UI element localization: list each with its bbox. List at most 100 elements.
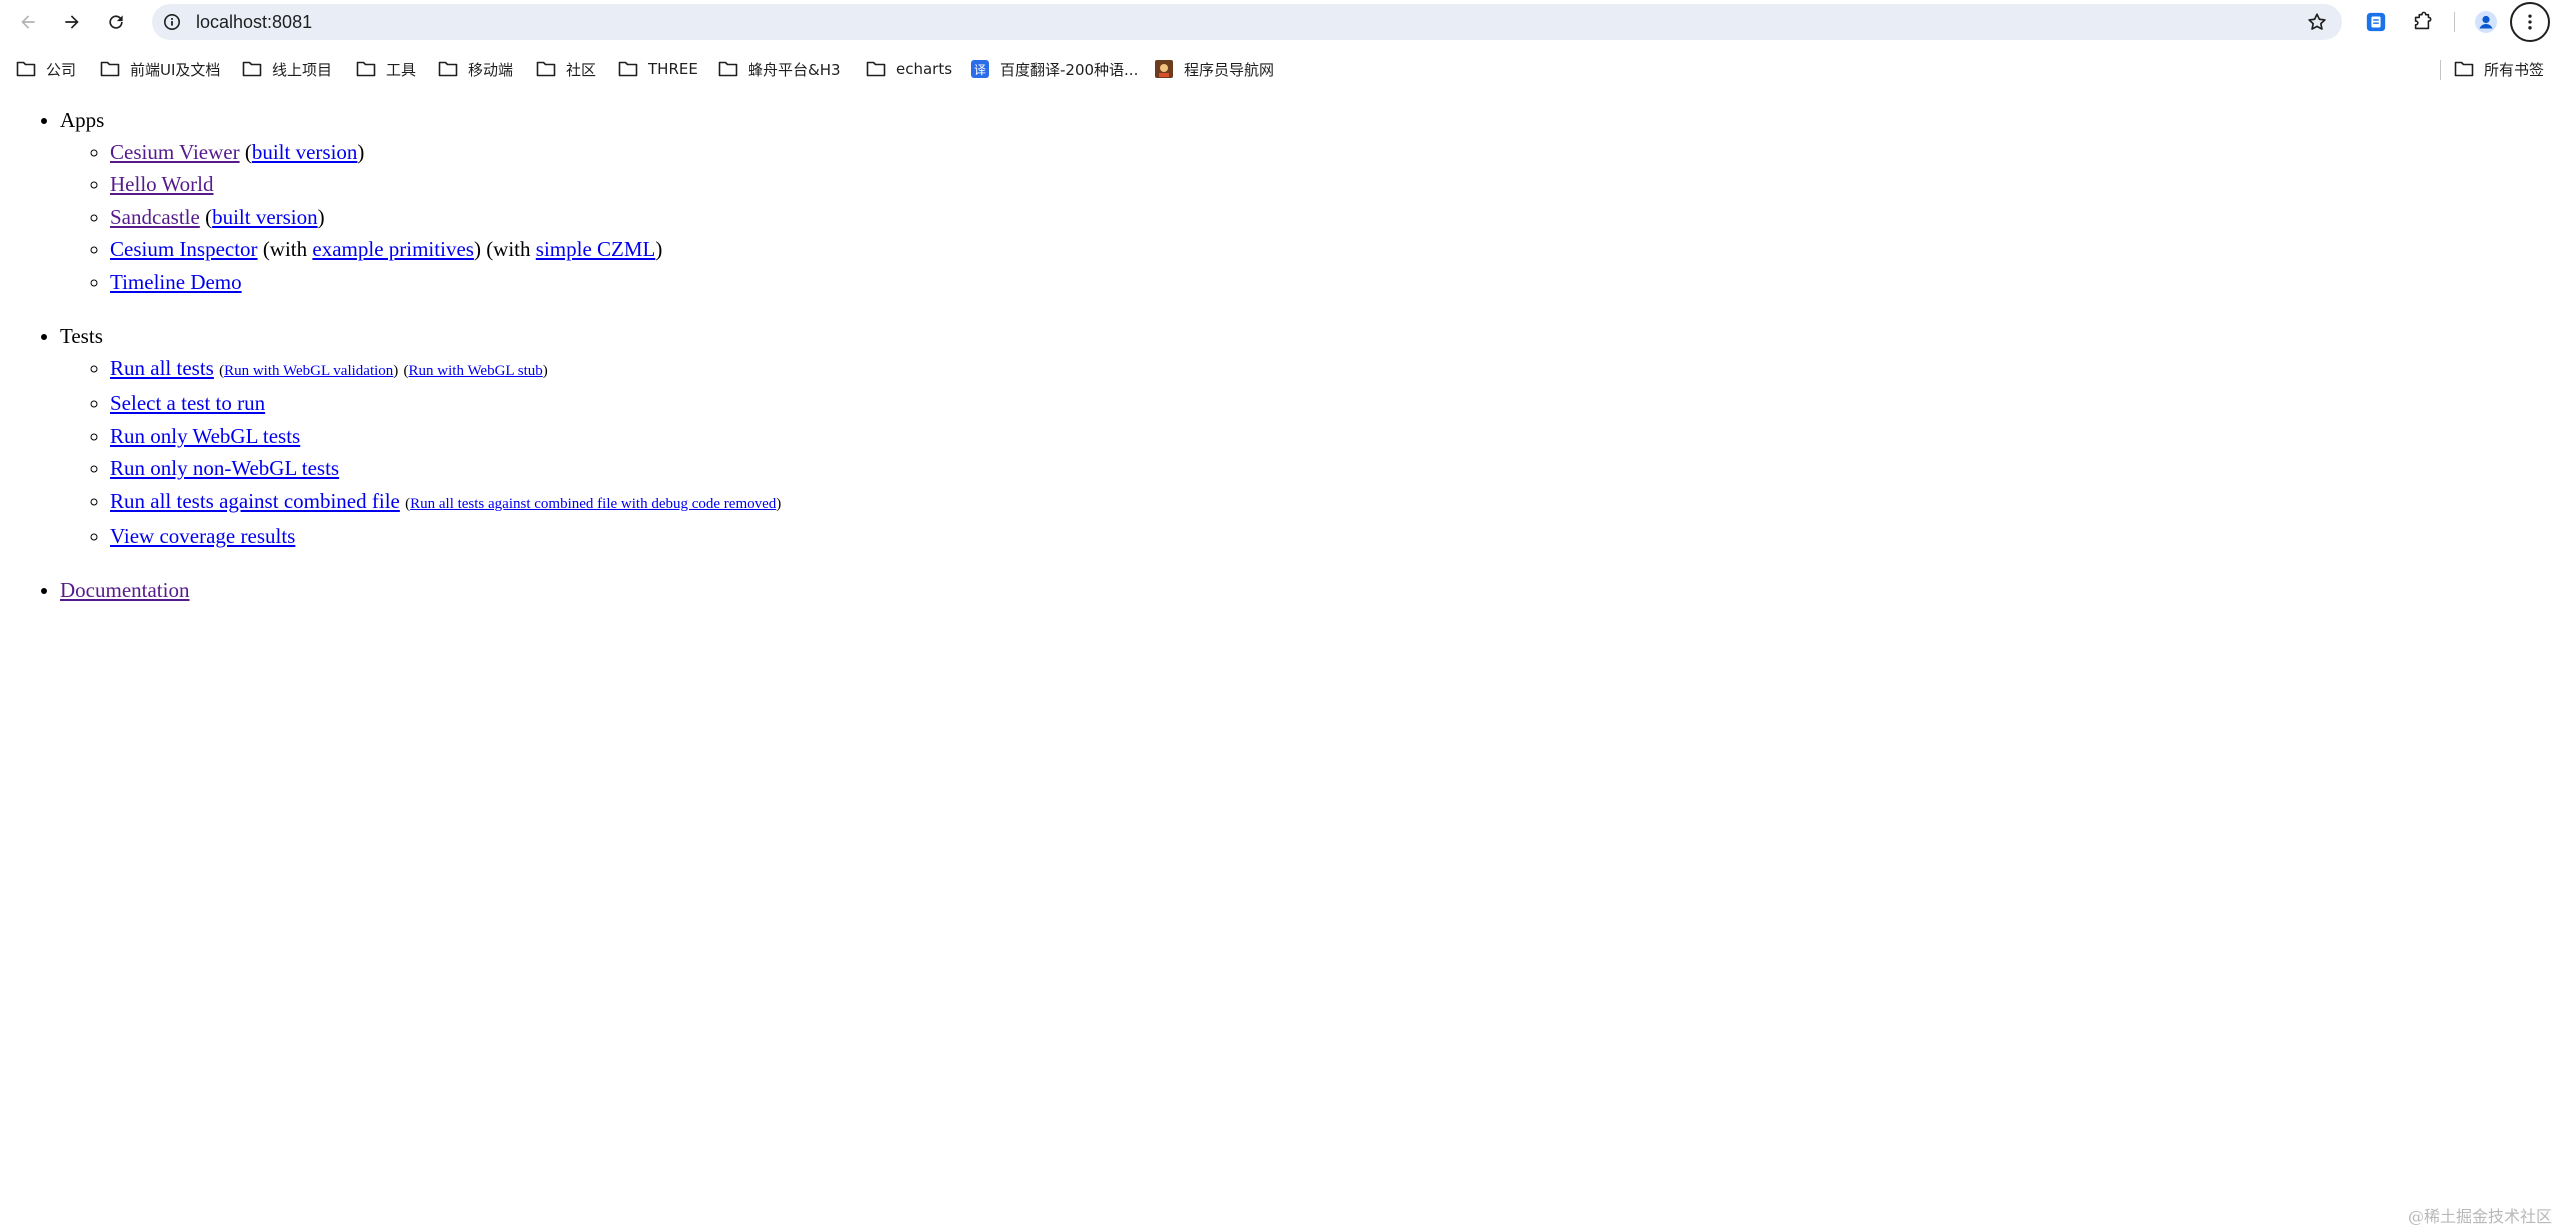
url-text[interactable]: localhost:8081 [196,13,312,31]
apps-section: Apps Cesium Viewer (built version) Hello… [60,104,2560,298]
bookmark-label: echarts [896,60,953,78]
top-level-list: Apps Cesium Viewer (built version) Hello… [0,104,2560,606]
bookmark-folder-公司[interactable]: 公司 [16,57,76,81]
tests-section: Tests Run all tests (Run with WebGL vali… [60,320,2560,552]
reload-button[interactable] [100,6,132,38]
bookmark-baidu-translate[interactable]: 译 百度翻译-200种语... [970,57,1138,81]
browser-toolbar: localhost:8081 [0,0,2560,44]
tests-heading: Tests [60,324,103,349]
kebab-menu-icon [2528,14,2532,30]
star-icon [2308,13,2326,30]
documentation-link[interactable]: Documentation [60,578,189,602]
folder-icon [536,60,556,78]
run-non-webgl-tests-link[interactable]: Run only non-WebGL tests [110,456,339,480]
site-favicon [1154,60,1174,78]
example-primitives-link[interactable]: example primitives [312,237,474,261]
with-text: (with [486,237,531,262]
folder-icon [438,60,458,78]
back-button[interactable] [12,6,44,38]
documentation-section: Documentation [60,574,2560,606]
all-bookmarks-folder[interactable]: 所有书签 [2454,57,2544,81]
run-webgl-tests-link[interactable]: Run only WebGL tests [110,424,300,448]
forward-button[interactable] [56,6,88,38]
bookmark-folder-社区[interactable]: 社区 [536,57,596,81]
run-combined-debug-removed-link[interactable]: Run all tests against combined file with… [410,496,776,512]
bookmarks-bar: 公司 前端UI及文档 线上项目 工具 移动端 社区 THREE 蜂舟平台&H3 … [0,52,2560,86]
bookmark-label: 线上项目 [272,60,333,79]
run-all-tests-link[interactable]: Run all tests [110,356,214,380]
list-item: Timeline Demo [110,266,2560,298]
bookmark-label: 移动端 [468,60,514,79]
run-combined-tests-link[interactable]: Run all tests against combined file [110,489,400,513]
toolbar-divider [2454,12,2455,32]
folder-icon [618,60,638,78]
sandcastle-built-version-link[interactable]: built version [212,205,318,229]
bookmark-folder-线上项目[interactable]: 线上项目 [242,57,332,81]
simple-czml-link[interactable]: simple CZML [536,237,656,261]
folder-icon [100,60,120,78]
list-item: Select a test to run [110,387,2560,419]
translate-extension-icon [2366,12,2386,32]
timeline-demo-link[interactable]: Timeline Demo [110,270,242,294]
folder-icon [718,60,738,78]
page-content: Apps Cesium Viewer (built version) Hello… [0,104,2560,628]
select-test-link[interactable]: Select a test to run [110,391,265,415]
bookmark-programmer-nav[interactable]: 程序员导航网 [1154,57,1274,81]
browser-menu-button[interactable] [2510,2,2550,42]
site-info-button[interactable] [162,12,182,32]
reload-icon [109,15,123,29]
cesium-inspector-link[interactable]: Cesium Inspector [110,237,258,261]
puzzle-icon [2414,11,2432,30]
run-webgl-validation-link[interactable]: Run with WebGL validation [224,363,393,379]
run-webgl-stub-link[interactable]: Run with WebGL stub [409,363,543,379]
address-bar[interactable]: localhost:8081 [152,4,2342,40]
bookmark-label: 社区 [566,60,597,79]
folder-icon [16,60,36,78]
back-arrow-icon [21,15,35,29]
hello-world-link[interactable]: Hello World [110,172,214,196]
watermark: @稀土掘金技术社区 [2407,1207,2552,1226]
info-icon [163,13,181,31]
list-item: Sandcastle (built version) [110,201,2560,233]
folder-icon [2454,60,2474,78]
cesium-viewer-link[interactable]: Cesium Viewer [110,140,240,164]
extensions-button[interactable] [2408,8,2436,36]
profile-icon [2475,11,2497,33]
cesium-viewer-built-version-link[interactable]: built version [252,140,358,164]
apps-heading: Apps [60,108,105,132]
apps-list: Cesium Viewer (built version) Hello Worl… [60,136,2560,298]
bookmark-label: 前端UI及文档 [130,60,221,79]
bookmark-folder-蜂舟平台H3[interactable]: 蜂舟平台&H3 [718,57,841,81]
folder-icon [356,60,376,78]
list-item: Run only non-WebGL tests [110,452,2560,484]
list-item: Run all tests (Run with WebGL validation… [110,352,2560,387]
bookmark-folder-工具[interactable]: 工具 [356,57,416,81]
bookmark-folder-前端UI及文档[interactable]: 前端UI及文档 [100,57,220,81]
svg-text:译: 译 [974,63,986,77]
bookmark-folder-移动端[interactable]: 移动端 [438,57,513,81]
with-text: (with [262,237,308,262]
extension-button[interactable] [2362,8,2390,36]
bookmarks-divider [2440,60,2441,80]
sandcastle-link[interactable]: Sandcastle [110,205,200,229]
bookmark-label: 工具 [386,60,417,79]
bookmark-label: 百度翻译-200种语... [1000,60,1139,79]
forward-arrow-icon [65,15,79,29]
list-item: Run all tests against combined file (Run… [110,485,2560,520]
baidu-translate-icon: 译 [970,60,990,78]
bookmark-label: 公司 [46,60,77,79]
list-item: Run only WebGL tests [110,420,2560,452]
bookmark-label: 程序员导航网 [1184,60,1275,79]
folder-icon [866,60,886,78]
bookmark-folder-THREE[interactable]: THREE [618,57,698,81]
bookmark-star-button[interactable] [2306,11,2328,33]
view-coverage-link[interactable]: View coverage results [110,524,295,548]
folder-icon [242,60,262,78]
bookmark-label: 蜂舟平台&H3 [748,60,841,79]
bookmark-label: THREE [648,60,698,78]
list-item: Cesium Viewer (built version) [110,136,2560,168]
list-item: Hello World [110,168,2560,200]
profile-button[interactable] [2472,8,2500,36]
bookmark-folder-echarts[interactable]: echarts [866,57,952,81]
list-item: View coverage results [110,520,2560,552]
